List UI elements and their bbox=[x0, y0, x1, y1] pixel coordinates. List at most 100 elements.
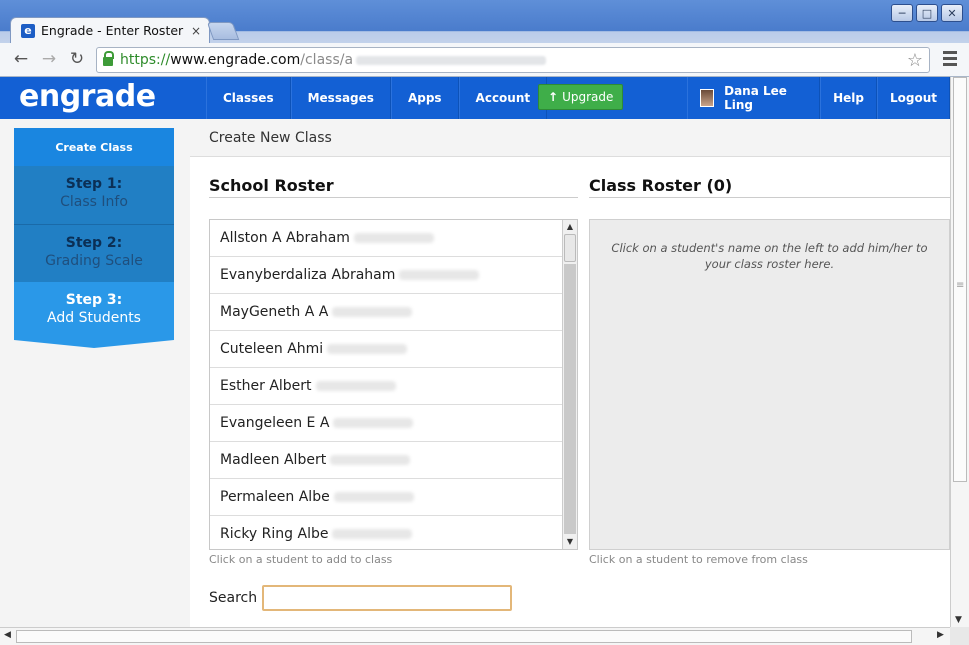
minimize-button[interactable]: ─ bbox=[891, 4, 913, 22]
user-area: Dana Lee Ling Help Logout bbox=[687, 77, 950, 119]
scrollbar-thumb[interactable] bbox=[564, 234, 576, 262]
student-name: Permaleen Albe bbox=[220, 489, 330, 505]
student-id-redacted bbox=[353, 233, 434, 243]
browser-chrome: ─ □ ✕ e Engrade - Enter Roster × ← → ↻ h… bbox=[0, 0, 969, 77]
grip-icon: ≡ bbox=[956, 280, 965, 291]
browser-menu-icon[interactable] bbox=[943, 51, 957, 69]
upgrade-label: Upgrade bbox=[562, 90, 614, 104]
user-menu[interactable]: Dana Lee Ling bbox=[687, 77, 821, 119]
student-id-redacted bbox=[332, 307, 413, 317]
url-path: /class/a bbox=[300, 52, 354, 68]
engrade-favicon-icon: e bbox=[21, 23, 35, 38]
page-body: Create New Class Create Class Step 1: Cl… bbox=[0, 119, 950, 627]
upgrade-button[interactable]: ↑ Upgrade bbox=[538, 84, 624, 110]
step-label: Add Students bbox=[47, 310, 141, 326]
step-label: Grading Scale bbox=[45, 253, 143, 269]
step-arrow bbox=[14, 340, 174, 348]
reload-icon[interactable]: ↻ bbox=[66, 49, 88, 69]
nav-apps[interactable]: Apps bbox=[390, 77, 459, 119]
student-row[interactable]: Evangeleen E A bbox=[210, 405, 563, 442]
main-nav: Classes Messages Apps Account bbox=[206, 77, 548, 119]
close-window-button[interactable]: ✕ bbox=[941, 4, 963, 22]
url-redacted bbox=[356, 55, 547, 65]
avatar bbox=[700, 89, 715, 107]
student-name: Ricky Ring Albe bbox=[220, 526, 329, 542]
address-bar[interactable]: https:// www.engrade.com /class/a ☆ bbox=[96, 47, 930, 73]
student-row[interactable]: Evanyberdaliza Abraham bbox=[210, 257, 563, 294]
arrow-up-icon: ↑ bbox=[548, 90, 559, 104]
scroll-right-icon[interactable]: ▶ bbox=[937, 630, 944, 640]
student-name: Evanyberdaliza Abraham bbox=[220, 267, 396, 283]
site-header: engrade Classes Messages Apps Account ↑ … bbox=[0, 77, 950, 119]
page-vertical-scrollbar[interactable]: ≡ ▼ bbox=[950, 77, 969, 627]
user-name: Dana Lee Ling bbox=[724, 84, 787, 112]
back-icon[interactable]: ← bbox=[10, 49, 32, 69]
nav-account[interactable]: Account bbox=[458, 77, 548, 119]
step-grading-scale[interactable]: Step 2: Grading Scale bbox=[14, 224, 174, 282]
tab-close-icon[interactable]: × bbox=[191, 24, 201, 38]
logout-link[interactable]: Logout bbox=[876, 77, 950, 119]
student-row[interactable]: MayGeneth A A bbox=[210, 294, 563, 331]
maximize-button[interactable]: □ bbox=[916, 4, 938, 22]
class-roster-title: Class Roster (0) bbox=[589, 176, 733, 195]
school-roster-list[interactable]: Allston A Abraham Evanyberdaliza Abraham M… bbox=[209, 219, 578, 550]
search-input[interactable] bbox=[262, 585, 512, 611]
student-name: Cuteleen Ahmi bbox=[220, 341, 324, 357]
student-id-redacted bbox=[315, 381, 396, 391]
nav-classes[interactable]: Classes bbox=[206, 77, 291, 119]
student-name: Allston A Abraham bbox=[220, 230, 350, 246]
student-name: MayGeneth A A bbox=[220, 304, 329, 320]
browser-toolbar: ← → ↻ https:// www.engrade.com /class/a … bbox=[0, 43, 969, 77]
student-id-redacted bbox=[333, 492, 414, 502]
student-row[interactable]: Permaleen Albe bbox=[210, 479, 563, 516]
school-roster-hint: Click on a student to add to class bbox=[209, 553, 393, 566]
forward-icon[interactable]: → bbox=[38, 49, 60, 69]
roster-scrollbar[interactable]: ▲ ▼ bbox=[562, 220, 577, 549]
tab-title: Engrade - Enter Roster bbox=[41, 23, 184, 38]
scroll-up-icon[interactable]: ▲ bbox=[563, 220, 577, 234]
engrade-logo[interactable]: engrade bbox=[19, 79, 156, 114]
url-scheme: https:// bbox=[120, 52, 171, 68]
student-row[interactable]: Madleen Albert bbox=[210, 442, 563, 479]
scrollbar-track[interactable] bbox=[564, 264, 576, 534]
class-roster-empty-message: Click on a student's name on the left to… bbox=[611, 241, 928, 271]
scroll-left-icon[interactable]: ◀ bbox=[4, 630, 11, 640]
step-number: Step 3: bbox=[65, 292, 123, 308]
class-roster-list[interactable]: Click on a student's name on the left to… bbox=[589, 219, 950, 550]
content-header: Create New Class bbox=[190, 119, 950, 157]
scrollbar-corner bbox=[950, 627, 969, 645]
class-roster-hint: Click on a student to remove from class bbox=[589, 553, 808, 566]
school-roster-title: School Roster bbox=[209, 176, 334, 195]
step-class-info[interactable]: Step 1: Class Info bbox=[14, 166, 174, 224]
scroll-down-icon[interactable]: ▼ bbox=[955, 615, 962, 625]
window-controls: ─ □ ✕ bbox=[891, 4, 963, 22]
student-name: Madleen Albert bbox=[220, 452, 327, 468]
create-class-header: Create Class bbox=[14, 128, 174, 166]
lock-icon bbox=[103, 51, 114, 66]
url-host: www.engrade.com bbox=[170, 52, 301, 68]
scroll-down-icon[interactable]: ▼ bbox=[563, 535, 577, 549]
student-row[interactable]: Cuteleen Ahmi bbox=[210, 331, 563, 368]
student-name: Esther Albert bbox=[220, 378, 312, 394]
student-row[interactable]: Allston A Abraham bbox=[210, 220, 563, 257]
student-id-redacted bbox=[327, 344, 408, 354]
page-title: Create New Class bbox=[209, 130, 332, 146]
step-add-students[interactable]: Step 3: Add Students bbox=[14, 282, 174, 348]
browser-tab[interactable]: e Engrade - Enter Roster × bbox=[10, 17, 210, 43]
help-link[interactable]: Help bbox=[820, 77, 877, 119]
scrollbar-thumb[interactable] bbox=[16, 630, 912, 643]
step-number: Step 2: bbox=[65, 235, 123, 251]
search-label: Search bbox=[209, 590, 258, 606]
student-id-redacted bbox=[333, 418, 414, 428]
student-id-redacted bbox=[399, 270, 480, 280]
student-row[interactable]: Ricky Ring Albe bbox=[210, 516, 563, 549]
new-tab-button[interactable] bbox=[206, 22, 240, 40]
student-id-redacted bbox=[330, 455, 411, 465]
step-number: Step 1: bbox=[65, 176, 123, 192]
student-name: Evangeleen E A bbox=[220, 415, 330, 431]
student-id-redacted bbox=[332, 529, 413, 539]
bookmark-star-icon[interactable]: ☆ bbox=[907, 50, 923, 71]
page-horizontal-scrollbar[interactable]: ◀ ▶ bbox=[0, 627, 950, 645]
student-row[interactable]: Esther Albert bbox=[210, 368, 563, 405]
nav-messages[interactable]: Messages bbox=[290, 77, 391, 119]
